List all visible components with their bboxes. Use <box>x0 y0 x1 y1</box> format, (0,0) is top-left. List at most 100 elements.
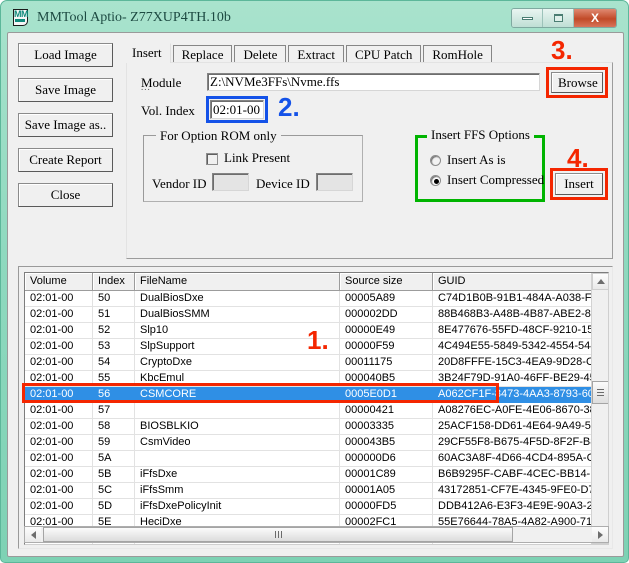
insert-ffs-options-group: Insert FFS Options Insert As is Insert C… <box>415 127 545 202</box>
cell-volume: 02:01-00 <box>25 451 93 466</box>
cell-index: 59 <box>93 435 135 450</box>
cell-guid: A08276EC-A0FE-4E06-8670-385336 <box>438 404 608 416</box>
module-list[interactable]: Volume Index FileName Source size GUID 0… <box>24 272 609 545</box>
list-header-row: Volume Index FileName Source size GUID <box>25 273 608 291</box>
tab-insert[interactable]: Insert <box>126 43 171 63</box>
list-vertical-scrollbar[interactable] <box>591 273 608 544</box>
chevron-left-icon <box>30 530 36 539</box>
insert-button[interactable]: Insert <box>555 173 603 195</box>
table-row[interactable]: 02:01-00 56 CSMCORE 0005E0D1 A062CF1F-8473-4… <box>25 387 608 403</box>
device-id-input[interactable] <box>316 173 353 191</box>
cell-guid: 3B24F79D-91A0-46FF-BE29-458AE2 <box>438 372 608 384</box>
cell-index: 5B <box>93 467 135 482</box>
cell-guid: C74D1B0B-91B1-484A-A038-FE7A08 <box>438 292 608 304</box>
cell-volume: 02:01-00 <box>25 483 93 498</box>
cell-guid: 20D8FFFE-15C3-4EA9-9D28-CFE274 <box>438 356 608 368</box>
table-row[interactable]: 02:01-00 54 CryptoDxe 00011175 20D8FFFE-15C3… <box>25 355 608 371</box>
cell-index: 5C <box>93 483 135 498</box>
cell-volume: 02:01-00 <box>25 435 93 450</box>
scroll-left-button[interactable] <box>25 527 41 542</box>
column-header-source-size[interactable]: Source size <box>340 273 433 290</box>
cell-size: 00003335 <box>340 419 433 434</box>
link-present-checkbox[interactable] <box>206 153 218 165</box>
cell-filename: CsmVideo <box>135 435 340 450</box>
table-row[interactable]: 02:01-00 5C iFfsSmm 00001A05 43172851-CF7E-4… <box>25 483 608 499</box>
vendor-id-label: Vendor ID <box>152 176 207 191</box>
cell-guid: B6B9295F-CABF-4CEC-BB14-FE424B <box>438 468 608 480</box>
table-row[interactable]: 02:01-00 5A 000000D6 60AC3A8F-4D66-4CD4-895… <box>25 451 608 467</box>
grip-icon <box>274 531 282 538</box>
column-header-guid[interactable]: GUID <box>433 273 608 290</box>
create-report-button[interactable]: Create Report <box>18 148 113 172</box>
cell-volume: 02:01-00 <box>25 499 93 514</box>
save-image-button[interactable]: Save Image <box>18 78 113 102</box>
cell-index: 5D <box>93 499 135 514</box>
vol-index-input[interactable] <box>210 100 264 119</box>
table-row[interactable]: 02:01-00 57 00000421 A08276EC-A0FE-4E06-867… <box>25 403 608 419</box>
table-row[interactable]: 02:01-00 59 CsmVideo 000043B5 29CF55F8-B675-… <box>25 435 608 451</box>
cell-guid: A062CF1F-8473-4AA3-8793-600BC4 <box>438 388 608 400</box>
maximize-button[interactable] <box>543 9 574 27</box>
window-title: MMTool Aptio- Z77XUP4TH.10b <box>37 9 231 25</box>
cell-volume: 02:01-00 <box>25 323 93 338</box>
load-image-button[interactable]: Load Image <box>18 43 113 67</box>
cell-guid: 60AC3A8F-4D66-4CD4-895A-C3F06B <box>438 452 608 464</box>
cell-size: 000000D6 <box>340 451 433 466</box>
radio-insert-as-is[interactable] <box>430 155 441 166</box>
table-row[interactable]: 02:01-00 5B iFfsDxe 00001C89 B6B9295F-CABF-4… <box>25 467 608 483</box>
option-rom-group: For Option ROM only Link Present Vendor … <box>143 128 363 202</box>
module-list-panel: Volume Index FileName Source size GUID 0… <box>18 266 613 549</box>
module-label-underline: ... <box>141 82 151 92</box>
annotation-2: 2. <box>278 92 300 122</box>
cell-filename: KbcEmul <box>135 371 340 386</box>
device-id-label: Device ID <box>256 176 310 191</box>
radio-insert-compressed-label: Insert Compressed <box>447 172 545 187</box>
cell-size: 00000421 <box>340 403 433 418</box>
cell-volume: 02:01-00 <box>25 387 93 402</box>
table-row[interactable]: 02:01-00 55 KbcEmul 000040B5 3B24F79D-91A0-4… <box>25 371 608 387</box>
close-window-button[interactable]: X <box>574 9 616 27</box>
scroll-right-button[interactable] <box>592 527 608 542</box>
cell-guid: DDB412A6-E3F3-4E9E-90A3-2A9912 <box>438 500 608 512</box>
cell-index: 50 <box>93 291 135 306</box>
scroll-up-button[interactable] <box>592 273 608 290</box>
cell-guid: 29CF55F8-B675-4F5D-8F2F-B87A3E <box>438 436 608 448</box>
cell-index: 54 <box>93 355 135 370</box>
cell-guid: 43172851-CF7E-4345-9FE0-D7012B <box>438 484 608 496</box>
cell-volume: 02:01-00 <box>25 403 93 418</box>
maximize-icon <box>553 14 563 22</box>
table-row[interactable]: 02:01-00 5D iFfsDxePolicyInit 00000FD5 DDB41… <box>25 499 608 515</box>
cell-filename: CryptoDxe <box>135 355 340 370</box>
grip-icon <box>597 389 604 396</box>
column-header-filename[interactable]: FileName <box>135 273 340 290</box>
table-row[interactable]: 02:01-00 51 DualBiosSMM 000002DD 88B468B3-A4… <box>25 307 608 323</box>
column-header-volume[interactable]: Volume <box>25 273 93 290</box>
table-row[interactable]: 02:01-00 50 DualBiosDxe 00005A89 C74D1B0B-91… <box>25 291 608 307</box>
cell-size: 00000FD5 <box>340 499 433 514</box>
table-row[interactable]: 02:01-00 52 Slp10 00000E49 8E477676-55FD-48C… <box>25 323 608 339</box>
column-header-index[interactable]: Index <box>93 273 135 290</box>
cell-volume: 02:01-00 <box>25 339 93 354</box>
close-button[interactable]: Close <box>18 183 113 207</box>
cell-size: 000040B5 <box>340 371 433 386</box>
minimize-button[interactable] <box>512 9 543 27</box>
cell-index: 55 <box>93 371 135 386</box>
cell-index: 52 <box>93 323 135 338</box>
cell-filename: iFfsDxePolicyInit <box>135 499 340 514</box>
radio-insert-compressed[interactable] <box>430 175 441 186</box>
cell-filename: Slp10 <box>135 323 340 338</box>
title-bar[interactable]: MM MMTool Aptio- Z77XUP4TH.10b X <box>6 4 625 31</box>
cell-volume: 02:01-00 <box>25 419 93 434</box>
cell-volume: 02:01-00 <box>25 467 93 482</box>
horizontal-scroll-thumb[interactable] <box>43 527 513 542</box>
table-row[interactable]: 02:01-00 53 SlpSupport 00000F59 4C494E55-584… <box>25 339 608 355</box>
list-horizontal-scrollbar[interactable] <box>24 526 609 543</box>
cell-size: 000043B5 <box>340 435 433 450</box>
browse-button[interactable]: Browse <box>551 72 603 93</box>
table-row[interactable]: 02:01-00 58 BIOSBLKIO 00003335 25ACF158-DD61… <box>25 419 608 435</box>
module-path-input[interactable] <box>207 73 540 91</box>
save-image-as-button[interactable]: Save Image as.. <box>18 113 113 137</box>
vendor-id-input[interactable] <box>212 173 249 191</box>
minimize-icon <box>521 16 533 20</box>
vertical-scroll-thumb[interactable] <box>592 381 608 404</box>
